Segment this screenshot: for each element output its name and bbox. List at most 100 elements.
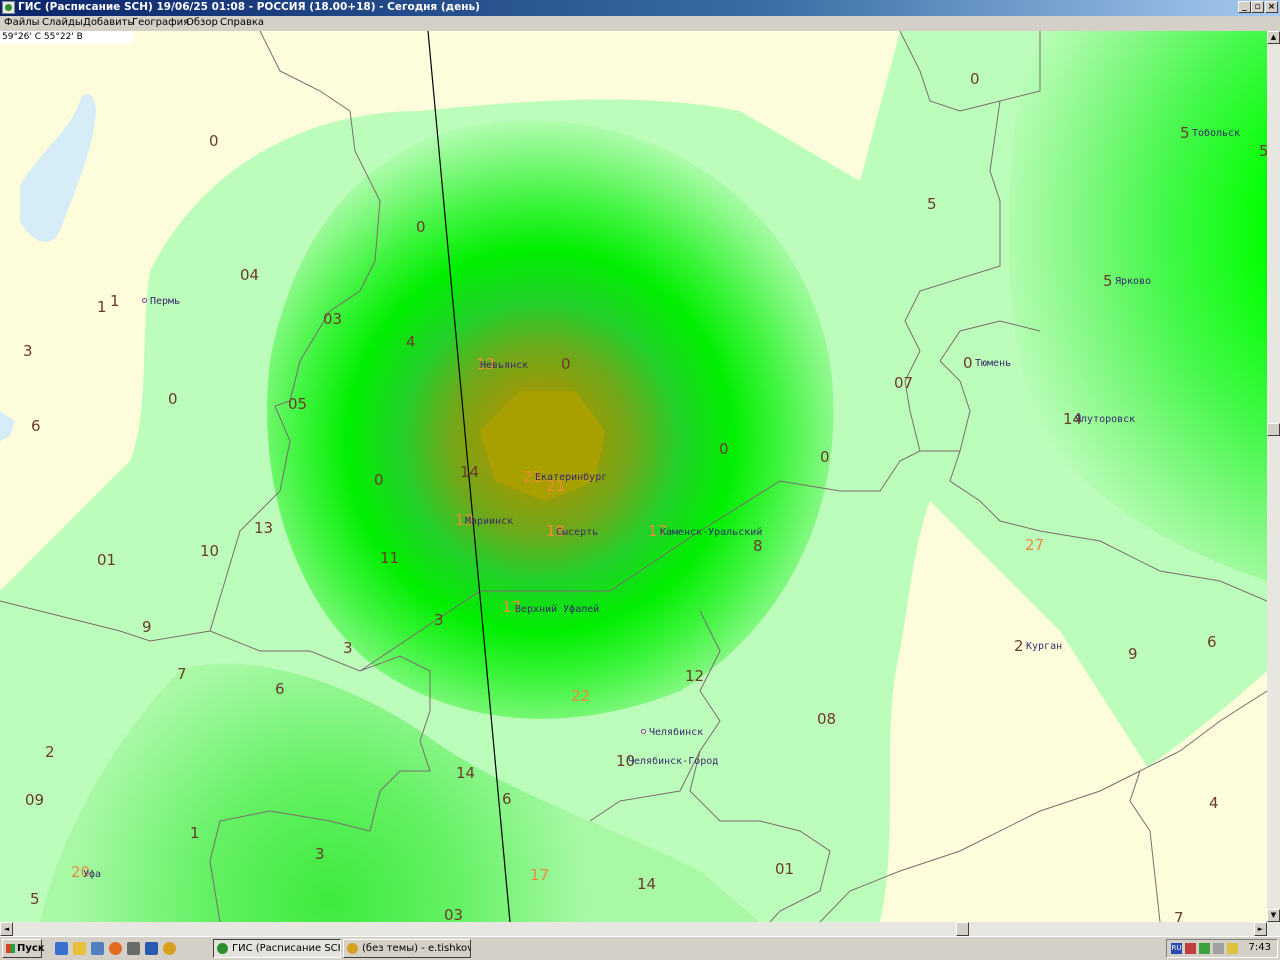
map-value-label: 1 (110, 292, 120, 310)
city-label[interactable]: Мариинск (465, 517, 513, 527)
map-value-label: 9 (142, 618, 152, 636)
map-value-label: 07 (894, 374, 914, 392)
start-button[interactable]: Пуск (2, 939, 45, 958)
city-label[interactable]: Невьянск (480, 361, 528, 371)
map-value-label: 5 (1259, 142, 1267, 160)
app-icon (2, 1, 15, 14)
horizontal-scrollbar[interactable]: ◄ ► (0, 922, 1280, 936)
map-value-label: 3 (315, 845, 325, 863)
map-value-label: 3 (23, 342, 33, 360)
map-value-label: 11 (380, 549, 400, 567)
city-label[interactable]: Курган (1026, 642, 1062, 652)
scroll-left-button[interactable]: ◄ (0, 922, 13, 936)
map-value-label: 4 (406, 333, 416, 351)
scroll-up-button[interactable]: ▲ (1267, 31, 1280, 44)
map-value-label: 6 (275, 680, 285, 698)
tray-alert-icon[interactable] (1227, 943, 1238, 954)
restore-button[interactable]: ▫ (1251, 1, 1264, 13)
gis-task-icon (217, 943, 228, 954)
map-value-label: 27 (1025, 536, 1045, 554)
menu-slides[interactable]: Слайды (42, 17, 83, 28)
city-label[interactable]: Тобольск (1192, 129, 1240, 139)
menu-add[interactable]: Добавить (83, 17, 133, 28)
map-value-label: 04 (240, 266, 260, 284)
menu-overview[interactable]: Обзор (186, 17, 218, 28)
scroll-right-button[interactable]: ► (1254, 922, 1267, 936)
map-value-label: 0 (168, 390, 178, 408)
map-value-label: 0 (561, 355, 571, 373)
vertical-scrollbar[interactable]: ▲ ▼ (1267, 31, 1280, 922)
city-label[interactable]: Пермь (150, 297, 180, 307)
map-value-label: 12 (685, 667, 705, 685)
horizontal-scroll-thumb[interactable] (956, 922, 969, 936)
map-value-label: 5 (927, 195, 937, 213)
map-value-label: 05 (288, 395, 308, 413)
map-value-label: 09 (25, 791, 45, 809)
ie-icon[interactable] (55, 942, 68, 955)
outlook-icon[interactable] (145, 942, 158, 955)
map-value-label: 0 (416, 218, 426, 236)
city-label[interactable]: Ялуторовск (1075, 415, 1135, 425)
city-label[interactable]: Ярково (1115, 277, 1151, 287)
city-marker-icon[interactable] (142, 298, 147, 303)
menu-geography[interactable]: География (132, 17, 189, 28)
minimize-button[interactable]: _ (1238, 1, 1251, 13)
scroll-down-button[interactable]: ▼ (1267, 909, 1280, 922)
city-label[interactable]: Тюмень (975, 359, 1011, 369)
title-bar: ГИС (Расписание SCH) 19/06/25 01:08 - РО… (0, 0, 1280, 16)
city-label[interactable]: Челябинск-Город (628, 757, 718, 767)
map-value-label: 5 (30, 890, 40, 908)
menu-help[interactable]: Справка (220, 17, 264, 28)
map-value-label: 0 (374, 471, 384, 489)
task-mail-label: (без темы) - e.tishkovec... (362, 943, 470, 954)
city-label[interactable]: Уфа (83, 870, 101, 880)
task-gis[interactable]: ГИС (Расписание SCH... (213, 939, 341, 958)
map-value-label: 22 (571, 687, 591, 705)
map-value-label: 8 (753, 537, 763, 555)
app-launcher-icon[interactable] (127, 942, 140, 955)
desktop-icon[interactable] (91, 942, 104, 955)
map-value-label: 14 (637, 875, 657, 893)
map-canvas[interactable]: 0 0 04 03 4 1 1 3 0 05 6 0 14 0 0 0 13 10 01 11 8 9 3 3 7 6 12 08 2 1… (0, 31, 1267, 922)
city-label[interactable]: Екатеринбург (535, 473, 607, 483)
folder-icon[interactable] (73, 942, 86, 955)
map-value-label: 7 (177, 665, 187, 683)
map-layer (0, 31, 1267, 922)
language-indicator[interactable]: RU (1171, 943, 1182, 954)
firefox-icon[interactable] (109, 942, 122, 955)
city-label[interactable]: Каменск-Уральский (660, 528, 762, 538)
system-tray: RU 7:43 (1166, 939, 1278, 958)
city-label[interactable]: Челябинск (649, 728, 703, 738)
map-value-label: 0 (970, 70, 980, 88)
map-value-label: 1 (97, 298, 107, 316)
menu-files[interactable]: Файлы (4, 17, 40, 28)
city-label[interactable]: Верхний Уфалей (515, 605, 599, 615)
task-mail[interactable]: (без темы) - e.tishkovec... (343, 939, 471, 958)
map-value-label: 6 (31, 417, 41, 435)
tray-app-icon[interactable] (1185, 943, 1196, 954)
map-value-label: 6 (1207, 633, 1217, 651)
taskbar: Пуск ГИС (Расписание SCH... (без темы) -… (0, 936, 1280, 960)
vertical-scroll-thumb[interactable] (1267, 423, 1280, 436)
tray-volume-icon[interactable] (1213, 943, 1224, 954)
map-value-label: 01 (97, 551, 117, 569)
map-value-label: 01 (775, 860, 795, 878)
city-value-label: 5 (1103, 272, 1113, 290)
city-value-label: 0 (963, 354, 973, 372)
map-value-label: 9 (1128, 645, 1138, 663)
city-value-label: 5 (1180, 124, 1190, 142)
close-button[interactable]: × (1265, 1, 1278, 13)
map-value-label: 08 (817, 710, 837, 728)
coordinate-readout: 59°26' С 55°22' В (0, 31, 134, 44)
city-marker-icon[interactable] (641, 729, 646, 734)
map-value-label: 2 (45, 743, 55, 761)
map-value-label: 3 (343, 639, 353, 657)
map-value-label: 7 (1174, 909, 1184, 923)
chrome-icon[interactable] (163, 942, 176, 955)
map-value-label: 0 (820, 448, 830, 466)
map-value-label: 14 (460, 463, 480, 481)
map-value-label: 14 (456, 764, 476, 782)
tray-network-icon[interactable] (1199, 943, 1210, 954)
city-label[interactable]: Сысерть (556, 528, 598, 538)
map-value-label: 03 (323, 310, 343, 328)
